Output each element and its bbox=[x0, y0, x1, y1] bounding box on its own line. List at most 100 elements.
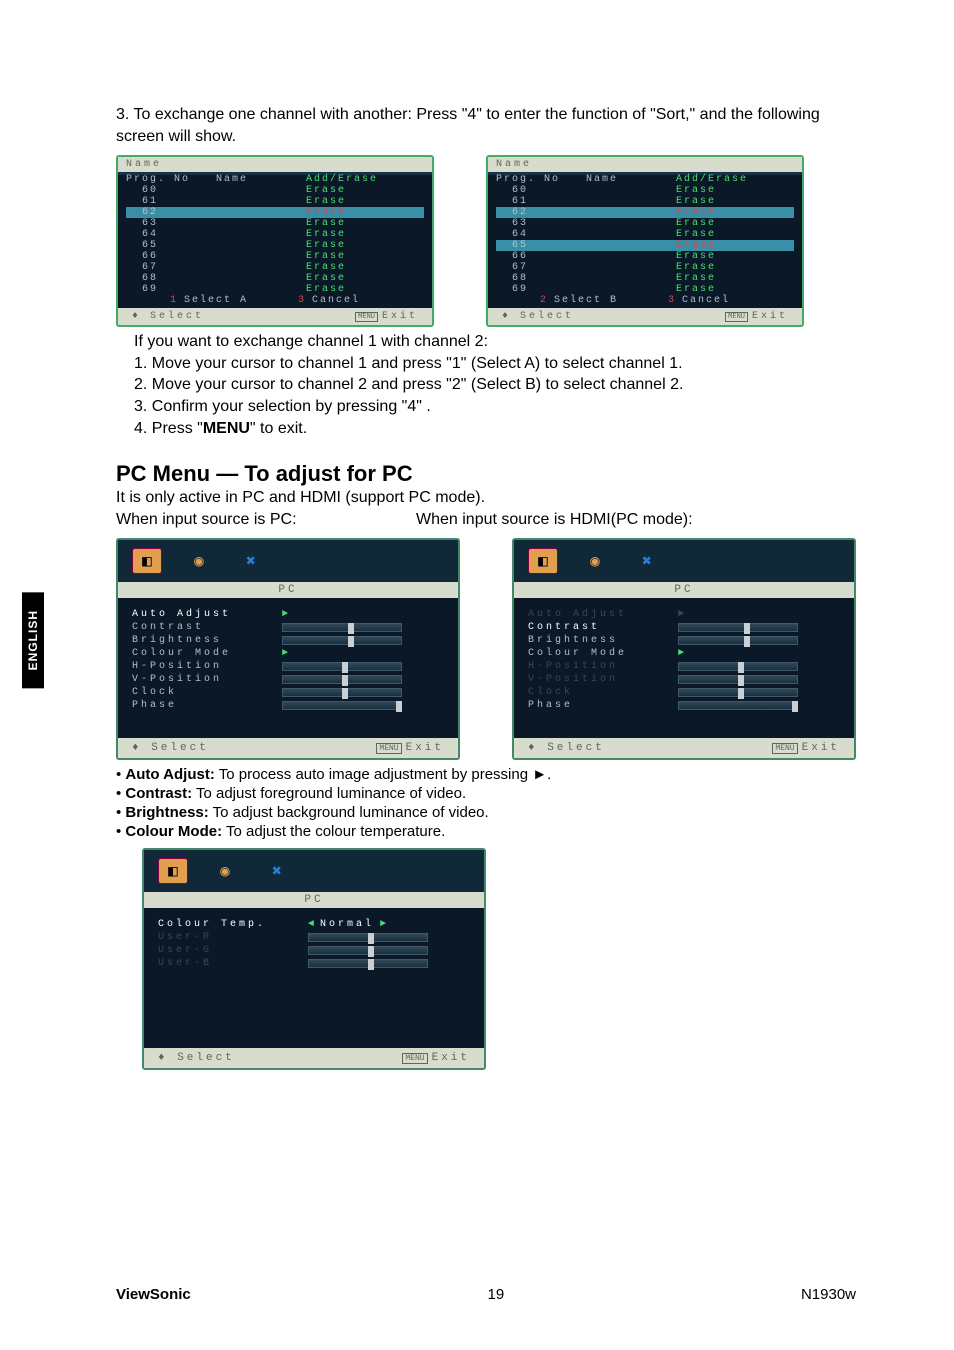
footer-model: N1930w bbox=[801, 1286, 856, 1303]
list-item: 68Erase bbox=[126, 273, 424, 284]
pc-osd-title: PC bbox=[514, 582, 854, 598]
list-item: Brightness bbox=[528, 634, 840, 647]
pc-osd-bar: ♦ Select MENUExit bbox=[514, 738, 854, 758]
menu-box: MENU bbox=[355, 312, 378, 322]
footer-brand: ViewSonic bbox=[116, 1286, 191, 1303]
bullet-item: Contrast: To adjust foreground luminance… bbox=[116, 785, 856, 802]
pc-osd-bar: ♦ Select MENUExit bbox=[144, 1048, 484, 1068]
list-item: 62Erase bbox=[126, 207, 424, 218]
pc-label-left: When input source is PC: bbox=[116, 509, 416, 531]
bullet-item: Auto Adjust: To process auto image adjus… bbox=[116, 766, 856, 783]
list-item: 64Erase bbox=[126, 229, 424, 240]
list-item: 66Erase bbox=[496, 251, 794, 262]
list-item: 61Erase bbox=[126, 196, 424, 207]
pc-osd-tabs: ◧ ◉ ✖ bbox=[118, 540, 458, 582]
updown-icon: ♦ Select bbox=[528, 742, 605, 754]
list-item: 63Erase bbox=[126, 218, 424, 229]
osd-title: Name bbox=[488, 157, 802, 172]
list-item: 60Erase bbox=[496, 185, 794, 196]
osd-foot: 1 Select A 3 Cancel bbox=[126, 295, 424, 306]
list-item: Colour Mode► bbox=[132, 647, 444, 660]
pc-menu-intro: It is only active in PC and HDMI (suppor… bbox=[116, 487, 856, 509]
list-item: H-Position bbox=[528, 660, 840, 673]
list-item: 62Erase bbox=[496, 207, 794, 218]
list-item: 67Erase bbox=[126, 262, 424, 273]
pc-osd-tabs: ◧ ◉ ✖ bbox=[514, 540, 854, 582]
list-item: Contrast bbox=[132, 621, 444, 634]
page-footer: ViewSonic 19 N1930w bbox=[116, 1286, 856, 1303]
bullet-list: Auto Adjust: To process auto image adjus… bbox=[116, 766, 856, 840]
list-item: Colour Mode► bbox=[528, 647, 840, 660]
language-tab: ENGLISH bbox=[22, 592, 44, 688]
tab-sound-icon: ◉ bbox=[184, 548, 214, 574]
list-item: 69Erase bbox=[126, 284, 424, 295]
list-item: 60Erase bbox=[126, 185, 424, 196]
pc-osd-body-b: Auto Adjust►ContrastBrightnessColour Mod… bbox=[514, 598, 854, 738]
menu-box: MENU bbox=[725, 312, 748, 322]
list-item: User-G bbox=[158, 944, 470, 957]
bullet-item: Colour Mode: To adjust the colour temper… bbox=[116, 823, 856, 840]
pc-osd-tabs: ◧ ◉ ✖ bbox=[144, 850, 484, 892]
colour-osd-body: Colour Temp.◄ Normal ►User-RUser-GUser-B bbox=[144, 908, 484, 1048]
tab-sound-icon: ◉ bbox=[580, 548, 610, 574]
list-item: 64Erase bbox=[496, 229, 794, 240]
name-osd-pair: Name Prog. No Name Add/Erase 60Erase61Er… bbox=[116, 155, 856, 327]
tab-tools-icon: ✖ bbox=[262, 858, 292, 884]
osd-header: Prog. No Name Add/Erase bbox=[496, 174, 794, 185]
name-osd-b: Name Prog. No Name Add/Erase 60Erase61Er… bbox=[486, 155, 804, 327]
list-item: Clock bbox=[132, 686, 444, 699]
list-item: Brightness bbox=[132, 634, 444, 647]
pc-osd-title: PC bbox=[144, 892, 484, 908]
list-item: Auto Adjust► bbox=[528, 608, 840, 621]
updown-icon: ♦ Select bbox=[158, 1052, 235, 1064]
pc-osd-hdmi: ◧ ◉ ✖ PC Auto Adjust►ContrastBrightnessC… bbox=[512, 538, 856, 760]
osd-bar: ♦ Select MENUExit bbox=[488, 308, 802, 325]
tab-tools-icon: ✖ bbox=[632, 548, 662, 574]
pc-osd-title: PC bbox=[118, 582, 458, 598]
tab-sound-icon: ◉ bbox=[210, 858, 240, 884]
osd-bar: ♦ Select MENUExit bbox=[118, 308, 432, 325]
list-item: 65Erase bbox=[126, 240, 424, 251]
page-content: 3. To exchange one channel with another:… bbox=[116, 104, 856, 1070]
pc-menu-heading: PC Menu — To adjust for PC bbox=[116, 461, 856, 487]
menu-box: MENU bbox=[376, 743, 401, 754]
list-item: V-Position bbox=[528, 673, 840, 686]
exchange-steps: If you want to exchange channel 1 with c… bbox=[116, 331, 856, 439]
name-osd-a: Name Prog. No Name Add/Erase 60Erase61Er… bbox=[116, 155, 434, 327]
osd-title: Name bbox=[118, 157, 432, 172]
menu-box: MENU bbox=[772, 743, 797, 754]
pc-osd-pair: ◧ ◉ ✖ PC Auto Adjust►ContrastBrightnessC… bbox=[116, 538, 856, 760]
pc-osd-body-a: Auto Adjust►ContrastBrightnessColour Mod… bbox=[118, 598, 458, 738]
intro-text: 3. To exchange one channel with another:… bbox=[116, 104, 856, 147]
tab-tools-icon: ✖ bbox=[236, 548, 266, 574]
list-item: 67Erase bbox=[496, 262, 794, 273]
list-item: 65Erase bbox=[496, 240, 794, 251]
footer-page: 19 bbox=[488, 1286, 505, 1303]
osd-rows-b: 60Erase61Erase62Erase63Erase64Erase65Era… bbox=[496, 185, 794, 295]
list-item: Colour Temp.◄ Normal ► bbox=[158, 918, 470, 931]
list-item: H-Position bbox=[132, 660, 444, 673]
menu-box: MENU bbox=[402, 1053, 427, 1064]
updown-icon: ♦ Select bbox=[132, 742, 209, 754]
list-item: 68Erase bbox=[496, 273, 794, 284]
osd-foot: 2 Select B 3 Cancel bbox=[496, 295, 794, 306]
bullet-item: Brightness: To adjust background luminan… bbox=[116, 804, 856, 821]
list-item: 66Erase bbox=[126, 251, 424, 262]
list-item: 61Erase bbox=[496, 196, 794, 207]
list-item: User-R bbox=[158, 931, 470, 944]
colour-osd: ◧ ◉ ✖ PC Colour Temp.◄ Normal ►User-RUse… bbox=[142, 848, 486, 1070]
updown-icon: ♦ Select bbox=[502, 311, 574, 322]
pc-label-right: When input source is HDMI(PC mode): bbox=[416, 509, 693, 531]
list-item: Phase bbox=[132, 699, 444, 712]
list-item: Auto Adjust► bbox=[132, 608, 444, 621]
osd-header: Prog. No Name Add/Erase bbox=[126, 174, 424, 185]
pc-osd-pc: ◧ ◉ ✖ PC Auto Adjust►ContrastBrightnessC… bbox=[116, 538, 460, 760]
updown-icon: ♦ Select bbox=[132, 311, 204, 322]
list-item: User-B bbox=[158, 957, 470, 970]
list-item: Clock bbox=[528, 686, 840, 699]
list-item: Contrast bbox=[528, 621, 840, 634]
pc-osd-bar: ♦ Select MENUExit bbox=[118, 738, 458, 758]
osd-rows-a: 60Erase61Erase62Erase63Erase64Erase65Era… bbox=[126, 185, 424, 295]
list-item: Phase bbox=[528, 699, 840, 712]
list-item: 63Erase bbox=[496, 218, 794, 229]
